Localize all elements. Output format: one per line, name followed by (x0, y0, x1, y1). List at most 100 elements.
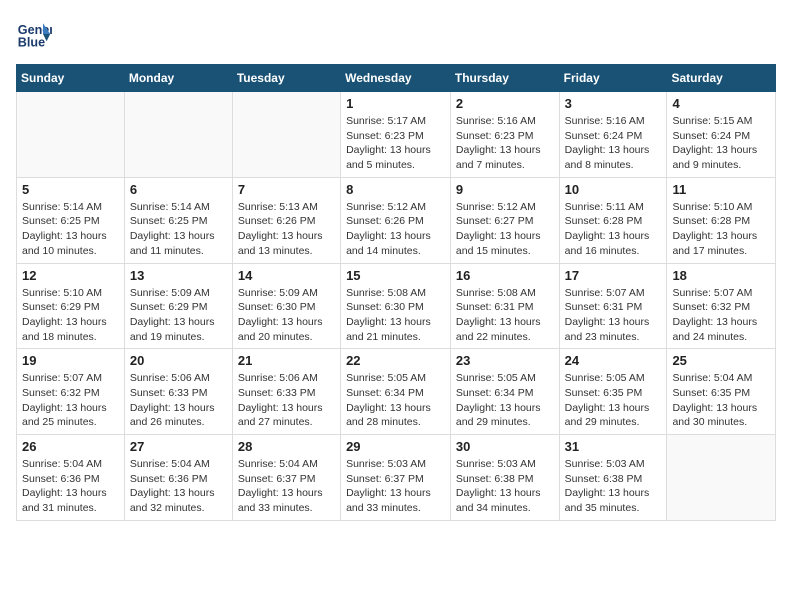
day-number: 24 (565, 353, 662, 368)
day-number: 12 (22, 268, 119, 283)
calendar-cell (232, 92, 340, 178)
day-number: 4 (672, 96, 770, 111)
calendar-cell: 19Sunrise: 5:07 AM Sunset: 6:32 PM Dayli… (17, 349, 125, 435)
calendar-cell: 20 Sunrise: 5:06 AM Sunset: 6:33 PM Dayli… (124, 349, 232, 435)
calendar-cell: 31 Sunrise: 5:03 AM Sunset: 6:38 PM Dayli… (559, 435, 667, 521)
calendar-cell: 22 Sunrise: 5:05 AM Sunset: 6:34 PM Dayli… (341, 349, 451, 435)
calendar-cell: 11 Sunrise: 5:10 AM Sunset: 6:28 PM Dayli… (667, 177, 776, 263)
calendar-week-row: 12Sunrise: 5:10 AM Sunset: 6:29 PM Dayli… (17, 263, 776, 349)
day-number: 10 (565, 182, 662, 197)
day-number: 8 (346, 182, 445, 197)
day-info: Sunrise: 5:04 AM Sunset: 6:36 PM Dayligh… (22, 457, 119, 516)
day-number: 31 (565, 439, 662, 454)
weekday-header-tuesday: Tuesday (232, 65, 340, 92)
day-info: Sunrise: 5:05 AM Sunset: 6:34 PM Dayligh… (346, 371, 445, 430)
day-number: 5 (22, 182, 119, 197)
day-number: 19 (22, 353, 119, 368)
day-info: Sunrise: 5:03 AM Sunset: 6:38 PM Dayligh… (565, 457, 662, 516)
day-number: 1 (346, 96, 445, 111)
weekday-header-wednesday: Wednesday (341, 65, 451, 92)
weekday-header-sunday: Sunday (17, 65, 125, 92)
day-number: 25 (672, 353, 770, 368)
calendar-cell: 8 Sunrise: 5:12 AM Sunset: 6:26 PM Daylig… (341, 177, 451, 263)
day-info: Sunrise: 5:06 AM Sunset: 6:33 PM Dayligh… (238, 371, 335, 430)
day-number: 3 (565, 96, 662, 111)
calendar-week-row: 19Sunrise: 5:07 AM Sunset: 6:32 PM Dayli… (17, 349, 776, 435)
weekday-header-saturday: Saturday (667, 65, 776, 92)
day-info: Sunrise: 5:13 AM Sunset: 6:26 PM Dayligh… (238, 200, 335, 259)
calendar-table: SundayMondayTuesdayWednesdayThursdayFrid… (16, 64, 776, 521)
day-info: Sunrise: 5:10 AM Sunset: 6:28 PM Dayligh… (672, 200, 770, 259)
calendar-cell (124, 92, 232, 178)
day-number: 15 (346, 268, 445, 283)
calendar-cell: 28 Sunrise: 5:04 AM Sunset: 6:37 PM Dayli… (232, 435, 340, 521)
calendar-cell: 21 Sunrise: 5:06 AM Sunset: 6:33 PM Dayli… (232, 349, 340, 435)
day-number: 18 (672, 268, 770, 283)
day-info: Sunrise: 5:03 AM Sunset: 6:38 PM Dayligh… (456, 457, 554, 516)
logo-icon: General Blue (16, 16, 52, 52)
day-info: Sunrise: 5:08 AM Sunset: 6:31 PM Dayligh… (456, 286, 554, 345)
day-number: 7 (238, 182, 335, 197)
day-number: 23 (456, 353, 554, 368)
calendar-cell: 29Sunrise: 5:03 AM Sunset: 6:37 PM Dayli… (341, 435, 451, 521)
calendar-cell: 1 Sunrise: 5:17 AM Sunset: 6:23 PM Daylig… (341, 92, 451, 178)
day-info: Sunrise: 5:09 AM Sunset: 6:30 PM Dayligh… (238, 286, 335, 345)
calendar-cell: 27Sunrise: 5:04 AM Sunset: 6:36 PM Dayli… (124, 435, 232, 521)
calendar-cell: 2 Sunrise: 5:16 AM Sunset: 6:23 PM Daylig… (450, 92, 559, 178)
calendar-week-row: 1 Sunrise: 5:17 AM Sunset: 6:23 PM Daylig… (17, 92, 776, 178)
calendar-cell: 17 Sunrise: 5:07 AM Sunset: 6:31 PM Dayli… (559, 263, 667, 349)
weekday-header-monday: Monday (124, 65, 232, 92)
calendar-cell: 4 Sunrise: 5:15 AM Sunset: 6:24 PM Daylig… (667, 92, 776, 178)
calendar-cell (667, 435, 776, 521)
calendar-cell: 18 Sunrise: 5:07 AM Sunset: 6:32 PM Dayli… (667, 263, 776, 349)
day-number: 20 (130, 353, 227, 368)
calendar-cell: 3 Sunrise: 5:16 AM Sunset: 6:24 PM Daylig… (559, 92, 667, 178)
day-number: 28 (238, 439, 335, 454)
day-info: Sunrise: 5:17 AM Sunset: 6:23 PM Dayligh… (346, 114, 445, 173)
day-number: 11 (672, 182, 770, 197)
day-info: Sunrise: 5:14 AM Sunset: 6:25 PM Dayligh… (130, 200, 227, 259)
day-number: 13 (130, 268, 227, 283)
day-info: Sunrise: 5:12 AM Sunset: 6:26 PM Dayligh… (346, 200, 445, 259)
day-number: 22 (346, 353, 445, 368)
day-info: Sunrise: 5:16 AM Sunset: 6:23 PM Dayligh… (456, 114, 554, 173)
day-number: 6 (130, 182, 227, 197)
day-info: Sunrise: 5:15 AM Sunset: 6:24 PM Dayligh… (672, 114, 770, 173)
day-info: Sunrise: 5:08 AM Sunset: 6:30 PM Dayligh… (346, 286, 445, 345)
day-number: 21 (238, 353, 335, 368)
svg-text:Blue: Blue (18, 36, 45, 50)
calendar-cell: 24 Sunrise: 5:05 AM Sunset: 6:35 PM Dayli… (559, 349, 667, 435)
calendar-header-row: SundayMondayTuesdayWednesdayThursdayFrid… (17, 65, 776, 92)
day-info: Sunrise: 5:04 AM Sunset: 6:37 PM Dayligh… (238, 457, 335, 516)
calendar-cell: 25 Sunrise: 5:04 AM Sunset: 6:35 PM Dayli… (667, 349, 776, 435)
calendar-week-row: 5 Sunrise: 5:14 AM Sunset: 6:25 PM Daylig… (17, 177, 776, 263)
calendar-cell: 15 Sunrise: 5:08 AM Sunset: 6:30 PM Dayli… (341, 263, 451, 349)
calendar-cell: 6 Sunrise: 5:14 AM Sunset: 6:25 PM Daylig… (124, 177, 232, 263)
day-number: 27 (130, 439, 227, 454)
calendar-cell: 30Sunrise: 5:03 AM Sunset: 6:38 PM Dayli… (450, 435, 559, 521)
day-info: Sunrise: 5:06 AM Sunset: 6:33 PM Dayligh… (130, 371, 227, 430)
day-info: Sunrise: 5:12 AM Sunset: 6:27 PM Dayligh… (456, 200, 554, 259)
day-info: Sunrise: 5:14 AM Sunset: 6:25 PM Dayligh… (22, 200, 119, 259)
day-number: 2 (456, 96, 554, 111)
calendar-cell: 26Sunrise: 5:04 AM Sunset: 6:36 PM Dayli… (17, 435, 125, 521)
day-info: Sunrise: 5:11 AM Sunset: 6:28 PM Dayligh… (565, 200, 662, 259)
day-number: 16 (456, 268, 554, 283)
calendar-cell: 7 Sunrise: 5:13 AM Sunset: 6:26 PM Daylig… (232, 177, 340, 263)
weekday-header-friday: Friday (559, 65, 667, 92)
day-number: 14 (238, 268, 335, 283)
calendar-cell: 23 Sunrise: 5:05 AM Sunset: 6:34 PM Dayli… (450, 349, 559, 435)
day-number: 9 (456, 182, 554, 197)
day-info: Sunrise: 5:07 AM Sunset: 6:32 PM Dayligh… (672, 286, 770, 345)
day-info: Sunrise: 5:16 AM Sunset: 6:24 PM Dayligh… (565, 114, 662, 173)
calendar-cell: 10 Sunrise: 5:11 AM Sunset: 6:28 PM Dayli… (559, 177, 667, 263)
day-info: Sunrise: 5:05 AM Sunset: 6:34 PM Dayligh… (456, 371, 554, 430)
logo: General Blue (16, 16, 56, 52)
calendar-cell: 5 Sunrise: 5:14 AM Sunset: 6:25 PM Daylig… (17, 177, 125, 263)
day-info: Sunrise: 5:05 AM Sunset: 6:35 PM Dayligh… (565, 371, 662, 430)
day-info: Sunrise: 5:04 AM Sunset: 6:35 PM Dayligh… (672, 371, 770, 430)
day-info: Sunrise: 5:09 AM Sunset: 6:29 PM Dayligh… (130, 286, 227, 345)
day-info: Sunrise: 5:07 AM Sunset: 6:31 PM Dayligh… (565, 286, 662, 345)
calendar-cell (17, 92, 125, 178)
day-number: 17 (565, 268, 662, 283)
